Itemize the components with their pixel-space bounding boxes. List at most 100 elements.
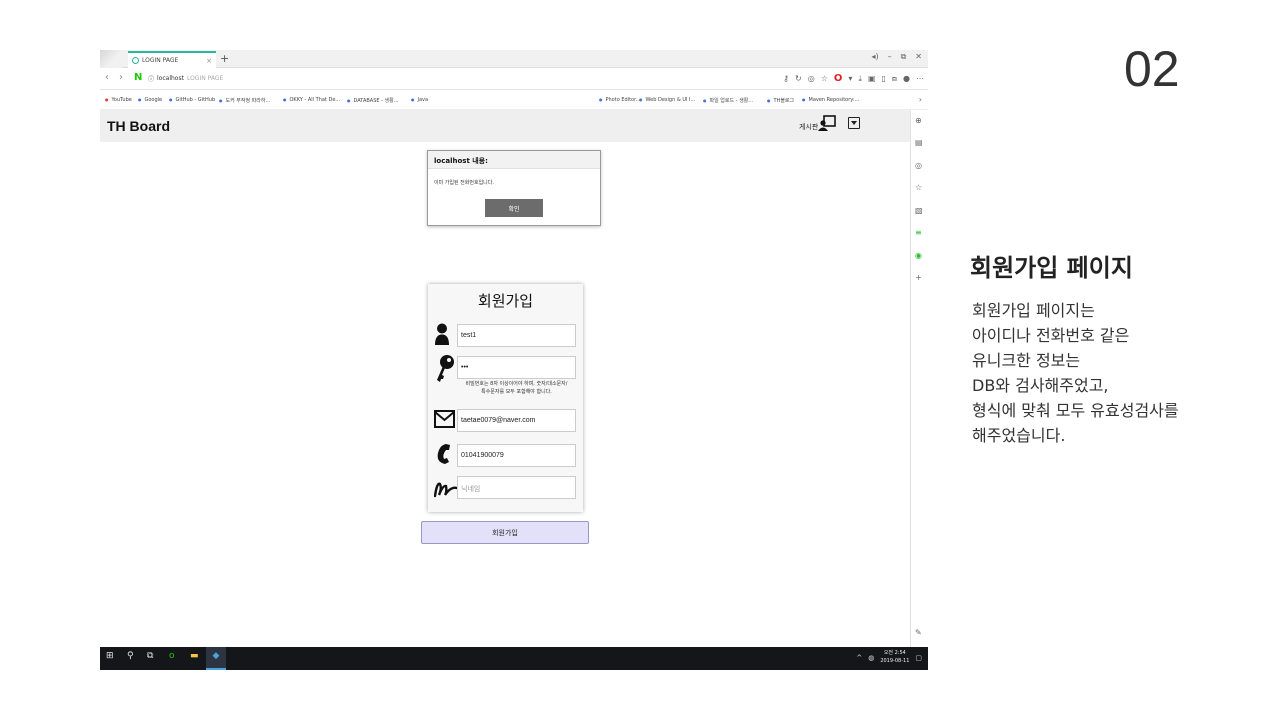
password-hint-line: 특수문자를 모두 포함해야 합니다. xyxy=(481,389,552,395)
email-input[interactable]: taetae0079@naver.com xyxy=(457,409,576,432)
naver-home-icon[interactable]: N xyxy=(134,72,142,83)
windows-start-icon[interactable]: ⊞ xyxy=(106,651,114,661)
file-explorer-icon[interactable]: ▬ xyxy=(190,651,199,661)
back-icon[interactable]: ‹ xyxy=(105,72,109,83)
bookmark-item[interactable]: GitHub - GitHub xyxy=(169,97,216,103)
forward-icon[interactable]: › xyxy=(119,72,123,83)
key-icon[interactable]: ⚷ xyxy=(783,74,789,83)
bookmark-item[interactable]: 도커 무작정 따라하... xyxy=(219,97,271,104)
dialog-message: 이미 가입된 전화번호입니다. xyxy=(434,180,494,186)
presentation-slide: LOGIN PAGE × + ◂) – ⧉ ✕ ‹ › N ⓘ localhos… xyxy=(0,0,1280,720)
bookmark-item[interactable]: Photo Editor... xyxy=(599,97,641,103)
bookmark-item[interactable]: TH블로그 xyxy=(767,97,795,104)
capture-icon[interactable]: ▣ xyxy=(868,74,876,83)
description-line: 해주었습니다. xyxy=(972,426,1066,445)
id-input[interactable]: test1 xyxy=(457,324,576,347)
tabs-icon[interactable]: ⧈ xyxy=(892,74,897,84)
tab-favicon-icon xyxy=(132,57,139,64)
vpn-icon[interactable]: ▾ xyxy=(848,74,852,83)
star-icon[interactable]: ☆ xyxy=(915,183,922,192)
signup-submit-button[interactable]: 회원가입 xyxy=(421,521,589,544)
reader-icon[interactable]: ▯ xyxy=(882,74,886,83)
wallet-icon[interactable]: ▤ xyxy=(915,138,923,147)
tray-expand-icon[interactable]: ^ xyxy=(856,654,862,662)
signup-title: 회원가입 xyxy=(477,292,534,310)
slide-heading: 회원가입 페이지 xyxy=(970,254,1133,282)
system-tray: ^ ◍ 오전 2:54 2019-08-11 ▢ xyxy=(856,650,922,665)
bookmark-item[interactable]: Google xyxy=(138,97,163,103)
board-user-icon[interactable] xyxy=(818,115,836,131)
profile-icon[interactable]: ● xyxy=(903,74,910,83)
bookmark-item[interactable]: YouTube xyxy=(105,97,132,103)
bookmark-item[interactable]: OKKY - All That De... xyxy=(283,97,341,103)
url-field[interactable]: ⓘ localhost LOGIN PAGE xyxy=(148,74,223,83)
bookmarks-bar: YouTube Google GitHub - GitHub 도커 무작정 따라… xyxy=(100,90,928,110)
shield-icon[interactable]: ◎ xyxy=(915,161,922,170)
browser-sidebar: ⊕ ▤ ◎ ☆ ▧ ≡ ◉ + ✎ xyxy=(910,110,928,647)
download-icon[interactable]: ⤓ xyxy=(858,74,862,84)
clock[interactable]: 오전 2:54 2019-08-11 xyxy=(880,650,909,665)
browser-tab[interactable]: LOGIN PAGE × xyxy=(128,51,216,68)
password-input[interactable]: ••• xyxy=(457,356,576,379)
address-bar-row: ‹ › N ⓘ localhost LOGIN PAGE ⚷ ↻ ◎ ☆ O ▾… xyxy=(100,68,928,90)
bookmarks-more-icon[interactable]: › xyxy=(919,95,922,104)
window-controls: ◂) – ⧉ ✕ xyxy=(871,52,922,62)
web-page: TH Board 게시판 회원가입 test1 ••• 비밀번호는 8자 이상이… xyxy=(100,110,910,647)
password-hint-line: 비밀번호는 8자 이상이어야 하며, 숫자/대소문자/ xyxy=(465,381,568,387)
dialog-ok-button[interactable]: 확인 xyxy=(485,199,543,217)
history-icon[interactable]: ▧ xyxy=(915,206,923,215)
opera-icon[interactable]: O xyxy=(834,73,843,84)
slide-description: 회원가입 페이지는 아이디나 전화번호 같은 유니크한 정보는 DB와 검사해주… xyxy=(972,298,1179,448)
zoom-icon[interactable]: ⊕ xyxy=(915,116,922,125)
minimize-icon[interactable]: – xyxy=(888,52,892,62)
notification-icon[interactable]: ▢ xyxy=(915,654,922,662)
dropdown-menu-icon[interactable] xyxy=(848,117,860,129)
list-icon[interactable]: ≡ xyxy=(915,228,922,237)
tab-close-icon[interactable]: × xyxy=(206,57,212,65)
clock-time: 오전 2:54 xyxy=(883,650,906,656)
browser-window: LOGIN PAGE × + ◂) – ⧉ ✕ ‹ › N ⓘ localhos… xyxy=(100,50,928,670)
slide-number: 02 xyxy=(1124,41,1180,97)
more-icon[interactable]: ⋯ xyxy=(916,74,924,83)
key-icon xyxy=(437,355,454,382)
naver-whale-icon[interactable]: o xyxy=(169,651,175,661)
bookmark-item[interactable]: DATABASE - 생활... xyxy=(347,97,399,104)
dialog-title: localhost 내용: xyxy=(428,151,600,169)
info-icon: ⓘ xyxy=(148,76,155,83)
bookmark-item[interactable]: Web Design & UI I... xyxy=(639,97,696,103)
tab-title: LOGIN PAGE xyxy=(142,57,179,64)
close-window-icon[interactable]: ✕ xyxy=(915,52,922,62)
pin-icon[interactable]: ✎ xyxy=(915,628,922,637)
star-icon[interactable]: ☆ xyxy=(821,74,828,83)
phone-input[interactable]: 01041900079 xyxy=(457,444,576,467)
site-brand[interactable]: TH Board xyxy=(107,118,170,134)
add-icon[interactable]: + xyxy=(915,273,922,282)
bookmark-item[interactable]: Maven Repository:... xyxy=(802,97,860,103)
restore-icon[interactable]: ⧉ xyxy=(901,52,907,62)
board-link[interactable]: 게시판 xyxy=(799,122,818,132)
phone-icon xyxy=(437,444,450,464)
new-tab-icon[interactable]: + xyxy=(220,52,229,65)
alert-dialog: localhost 내용: 이미 가입된 전화번호입니다. 확인 xyxy=(427,150,601,226)
description-line: 회원가입 페이지는 xyxy=(972,301,1095,320)
bookmark-item[interactable]: Java xyxy=(411,97,429,103)
signup-form: 회원가입 test1 ••• 비밀번호는 8자 이상이어야 하며, 숫자/대소문… xyxy=(428,284,583,512)
task-view-icon[interactable]: ⧉ xyxy=(147,651,153,661)
play-icon[interactable]: ◉ xyxy=(915,251,922,260)
shield-icon[interactable]: ◎ xyxy=(808,74,815,83)
vscode-icon[interactable]: ◆ xyxy=(206,647,226,670)
tab-strip: LOGIN PAGE × + ◂) – ⧉ ✕ xyxy=(100,50,928,68)
envelope-icon xyxy=(434,410,455,428)
description-line: DB와 검사해주었고, xyxy=(972,376,1109,395)
clock-date: 2019-08-11 xyxy=(880,657,910,664)
network-icon[interactable]: ◍ xyxy=(868,654,874,662)
password-hint: 비밀번호는 8자 이상이어야 하며, 숫자/대소문자/ 특수문자를 모두 포함해… xyxy=(454,380,579,396)
description-line: 아이디나 전화번호 같은 xyxy=(972,326,1130,345)
nickname-input[interactable]: 닉네임 xyxy=(457,476,576,499)
reload-icon[interactable]: ↻ xyxy=(795,74,802,83)
bookmark-item[interactable]: 파일 업로드 - 생활... xyxy=(703,97,754,104)
search-icon[interactable]: ⚲ xyxy=(127,651,134,661)
taskbar: ⊞ ⚲ ⧉ o ▬ ◆ ^ ◍ 오전 2:54 2019-08-11 ▢ xyxy=(100,647,928,670)
speaker-icon[interactable]: ◂) xyxy=(871,52,878,62)
site-header: TH Board 게시판 xyxy=(100,110,910,142)
